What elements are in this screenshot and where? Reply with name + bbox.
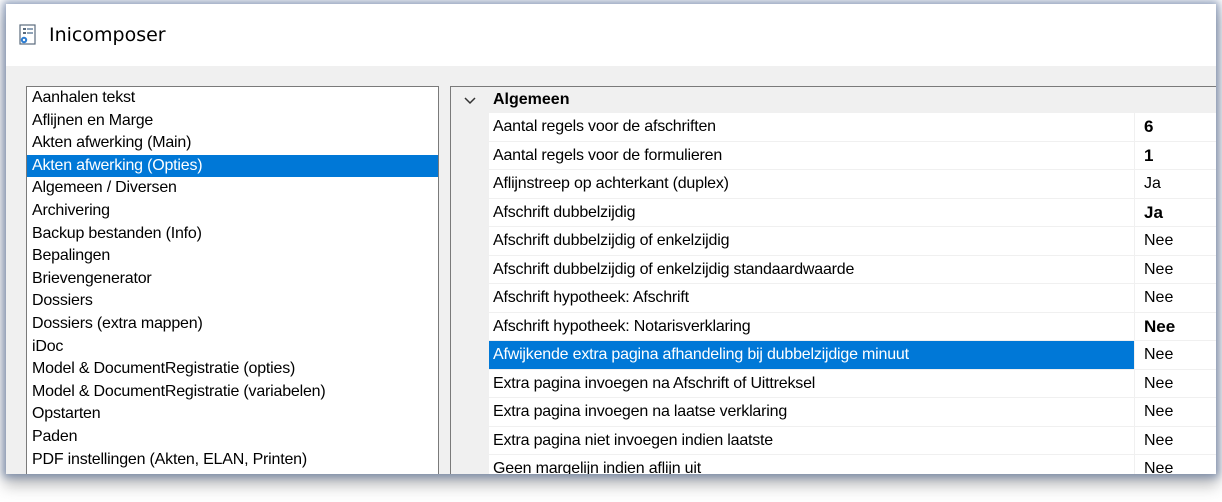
property-value[interactable]: 1: [1135, 142, 1153, 170]
property-value[interactable]: Nee: [1135, 455, 1173, 474]
property-value[interactable]: Nee: [1135, 227, 1173, 255]
property-name: Extra pagina niet invoegen indien laatst…: [489, 426, 1135, 454]
category-row-algemeen[interactable]: Algemeen: [451, 87, 1216, 113]
category-list[interactable]: Aanhalen tekst Aflijnen en Marge Akten afw…: [26, 86, 439, 474]
property-row[interactable]: Afschrift dubbelzijdig of enkelzijdig st…: [489, 255, 1216, 284]
property-value[interactable]: Nee: [1135, 398, 1173, 426]
property-row[interactable]: Afschrift dubbelzijdig of enkelzijdig Nee: [489, 227, 1216, 256]
property-row[interactable]: Aflijnstreep op achterkant (duplex) Ja: [489, 170, 1216, 199]
grid-gutter: [451, 87, 489, 474]
list-item[interactable]: Dossiers (extra mappen): [27, 313, 438, 336]
property-row[interactable]: Aantal regels voor de afschriften 6: [489, 113, 1216, 142]
property-value[interactable]: Nee: [1135, 427, 1173, 455]
app-window: Inicomposer Aanhalen tekst Aflijnen en Ma…: [6, 4, 1216, 474]
property-row[interactable]: Afschrift dubbelzijdig Ja: [489, 198, 1216, 227]
list-item[interactable]: Aflijnen en Marge: [27, 110, 438, 133]
window-title: Inicomposer: [49, 24, 166, 46]
property-row[interactable]: Afwijkende extra pagina afhandeling bij …: [489, 341, 1216, 370]
list-item[interactable]: Bepalingen: [27, 245, 438, 268]
property-name: Extra pagina invoegen na Afschrift of Ui…: [489, 369, 1135, 397]
property-name: Afschrift dubbelzijdig: [489, 198, 1135, 226]
list-item[interactable]: Aanhalen tekst: [27, 87, 438, 110]
property-row[interactable]: Extra pagina invoegen na laatse verklari…: [489, 398, 1216, 427]
property-value[interactable]: 6: [1135, 113, 1153, 141]
list-item[interactable]: Model & DocumentRegistratie (opties): [27, 358, 438, 381]
property-name: Geen margelijn indien aflijn uit: [489, 455, 1135, 474]
property-value[interactable]: Nee: [1135, 370, 1173, 398]
property-value[interactable]: Nee: [1135, 341, 1173, 369]
property-name: Extra pagina invoegen na laatse verklari…: [489, 398, 1135, 426]
list-item[interactable]: Akten afwerking (Opties): [27, 154, 438, 178]
settings-document-icon: [19, 24, 37, 46]
property-value[interactable]: Nee: [1135, 313, 1175, 341]
property-value[interactable]: Ja: [1135, 199, 1163, 227]
property-row[interactable]: Extra pagina invoegen na Afschrift of Ui…: [489, 369, 1216, 398]
list-item[interactable]: Model & DocumentRegistratie (variabelen): [27, 381, 438, 404]
property-name: Afschrift hypotheek: Notarisverklaring: [489, 312, 1135, 340]
chevron-down-icon[interactable]: [451, 92, 489, 109]
list-item[interactable]: Akten afwerking (Main): [27, 132, 438, 155]
property-name: Afwijkende extra pagina afhandeling bij …: [489, 341, 1135, 369]
list-item[interactable]: Paden: [27, 426, 438, 449]
property-name: Afschrift hypotheek: Afschrift: [489, 284, 1135, 312]
list-item[interactable]: Archivering: [27, 200, 438, 223]
property-name: Afschrift dubbelzijdig of enkelzijdig: [489, 227, 1135, 255]
property-row[interactable]: Aantal regels voor de formulieren 1: [489, 141, 1216, 170]
property-row[interactable]: Afschrift hypotheek: Notarisverklaring Ne…: [489, 312, 1216, 341]
property-name: Aantal regels voor de afschriften: [489, 113, 1135, 141]
property-name: Aantal regels voor de formulieren: [489, 141, 1135, 169]
property-value[interactable]: Nee: [1135, 256, 1173, 284]
list-item[interactable]: Brievengenerator: [27, 268, 438, 291]
list-item[interactable]: PDF instellingen (Akten, ELAN, Printen): [27, 449, 438, 472]
property-row[interactable]: Afschrift hypotheek: Afschrift Nee: [489, 284, 1216, 313]
property-row[interactable]: Geen margelijn indien aflijn uit Nee: [489, 455, 1216, 474]
property-rows: Aantal regels voor de afschriften 6 Aantal…: [489, 113, 1216, 474]
property-name: Aflijnstreep op achterkant (duplex): [489, 170, 1135, 198]
property-value[interactable]: Nee: [1135, 284, 1173, 312]
client-area: Aanhalen tekst Aflijnen en Marge Akten afw…: [6, 66, 1216, 474]
list-item[interactable]: Backup bestanden (Info): [27, 223, 438, 246]
category-label: Algemeen: [493, 91, 570, 108]
property-name: Afschrift dubbelzijdig of enkelzijdig st…: [489, 255, 1135, 283]
property-value[interactable]: Ja: [1135, 170, 1161, 198]
list-item[interactable]: iDoc: [27, 336, 438, 359]
property-grid[interactable]: Algemeen Aantal regels voor de afschrift…: [450, 86, 1216, 474]
title-bar[interactable]: Inicomposer: [6, 4, 1216, 66]
list-item[interactable]: Algemeen / Diversen: [27, 177, 438, 200]
property-row[interactable]: Extra pagina niet invoegen indien laatst…: [489, 426, 1216, 455]
list-item[interactable]: Opstarten: [27, 403, 438, 426]
list-item[interactable]: Dossiers: [27, 290, 438, 313]
